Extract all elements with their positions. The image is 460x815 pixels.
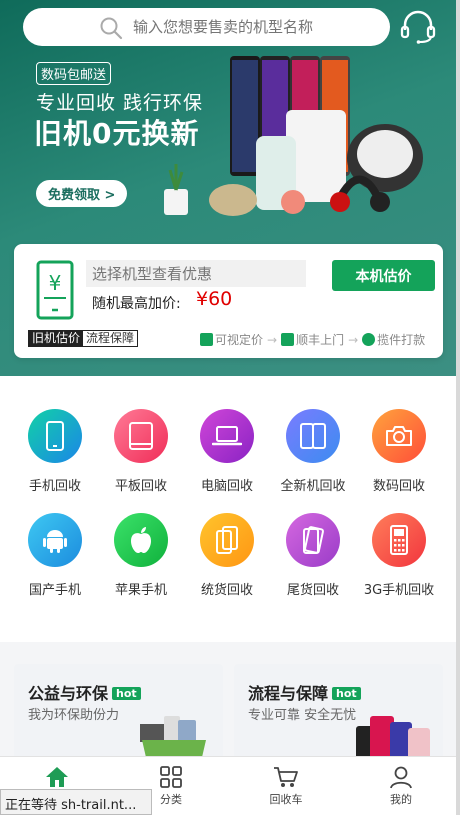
- cart-icon: [274, 767, 298, 787]
- hot-badge: hot: [332, 687, 361, 700]
- tab-label: 我的: [390, 793, 412, 806]
- service-tag: 旧机估价 流程保障: [28, 330, 139, 347]
- laptop-icon: [200, 409, 254, 463]
- stack-icon: [200, 513, 254, 567]
- promo-title-text: 公益与环保: [28, 684, 109, 703]
- category-3g[interactable]: 3G手机回收: [353, 513, 445, 598]
- tab-cart[interactable]: 回收车: [251, 765, 321, 807]
- scrollbar[interactable]: [456, 0, 460, 815]
- visible-price-icon: [200, 333, 213, 346]
- category-label: 统货回收: [200, 583, 253, 598]
- category-label: 平板回收: [114, 479, 167, 494]
- category-phone[interactable]: 手机回收: [9, 409, 101, 494]
- svg-text:¥: ¥: [49, 271, 62, 295]
- headset-icon[interactable]: [400, 10, 436, 44]
- category-tablet[interactable]: 平板回收: [95, 409, 187, 494]
- promo-title-text: 流程与保障: [248, 684, 329, 703]
- phone-icon: [28, 409, 82, 463]
- yen-coin-icon: [362, 333, 376, 346]
- max-price-label: 随机最高加价:: [92, 296, 181, 312]
- hero-banner[interactable]: 数码包邮送 专业回收 践行环保 旧机0元换新 免费领取 > ¥ 随机最高加价: …: [0, 0, 460, 376]
- android-icon: [28, 513, 82, 567]
- max-price-value: ¥60: [196, 288, 233, 310]
- browser-status-bar: 正在等待 sh-trail.nt...: [0, 789, 152, 815]
- hot-badge: hot: [112, 687, 141, 700]
- category-grid: 手机回收 平板回收 电脑回收 全新机回收 数码回收 国产手机 苹果手机 统货回收…: [0, 376, 460, 642]
- free-claim-button[interactable]: 免费领取 >: [36, 180, 128, 207]
- search-input[interactable]: [133, 8, 373, 46]
- step-2: 顺丰上门: [296, 333, 345, 347]
- tab-label: 分类: [160, 793, 182, 806]
- estimate-button[interactable]: 本机估价: [332, 260, 435, 291]
- search-bar[interactable]: [23, 8, 390, 46]
- arrow-icon: →: [348, 332, 359, 347]
- user-icon: [390, 766, 412, 789]
- category-apple[interactable]: 苹果手机: [95, 513, 187, 598]
- category-label: 国产手机: [28, 583, 81, 598]
- new-phones-icon: [286, 409, 340, 463]
- promo-title: 流程与保障 hot: [248, 680, 361, 704]
- banner-products-image: [164, 56, 423, 216]
- keypad-phone-icon: [372, 513, 426, 567]
- step-1: 可视定价: [215, 333, 264, 347]
- category-digital[interactable]: 数码回收: [353, 409, 445, 494]
- promo-subtitle: 我为环保助份力: [28, 708, 120, 723]
- promo-title: 公益与环保 hot: [28, 680, 141, 704]
- camera-icon: [372, 409, 426, 463]
- category-new-phone[interactable]: 全新机回收: [267, 409, 359, 494]
- tag-light: 流程保障: [86, 331, 135, 345]
- step-3: 揽件打款: [377, 333, 426, 347]
- tab-mine[interactable]: 我的: [366, 765, 436, 807]
- category-label: 数码回收: [372, 479, 425, 494]
- truck-icon: [281, 333, 295, 346]
- grid-icon: [160, 766, 182, 788]
- tablet-icon: [114, 409, 168, 463]
- apple-icon: [114, 513, 168, 567]
- search-icon: [100, 17, 123, 40]
- category-laptop[interactable]: 电脑回收: [181, 409, 273, 494]
- category-label: 尾货回收: [286, 583, 339, 598]
- category-domestic[interactable]: 国产手机: [9, 513, 101, 598]
- tag-dark: 旧机估价: [29, 331, 84, 346]
- phones-icon: [286, 513, 340, 567]
- tab-label: 回收车: [269, 793, 303, 806]
- category-bulk[interactable]: 统货回收: [181, 513, 273, 598]
- estimate-card: ¥ 随机最高加价: ¥60 本机估价 旧机估价 流程保障 可视定价 → 顺丰上门…: [14, 244, 443, 358]
- category-tail[interactable]: 尾货回收: [267, 513, 359, 598]
- home-icon: [46, 767, 68, 787]
- process-steps: 可视定价 → 顺丰上门 → 揽件打款: [200, 331, 425, 348]
- category-label: 电脑回收: [200, 479, 253, 494]
- category-label: 苹果手机: [114, 583, 167, 598]
- promo-card-charity[interactable]: 公益与环保 hot 我为环保助份力: [14, 664, 223, 764]
- category-label: 手机回收: [28, 479, 81, 494]
- arrow-icon: →: [267, 332, 278, 347]
- category-label: 3G手机回收: [363, 583, 435, 598]
- phone-yen-icon: ¥: [36, 260, 74, 320]
- promo-badge: 数码包邮送: [36, 62, 112, 85]
- tab-home[interactable]: [22, 765, 92, 791]
- promo-card-process[interactable]: 流程与保障 hot 专业可靠 安全无忧: [234, 664, 443, 764]
- model-select-input[interactable]: [86, 260, 306, 287]
- promo-subtitle: 专业可靠 安全无忧: [248, 708, 357, 723]
- category-label: 全新机回收: [280, 479, 346, 494]
